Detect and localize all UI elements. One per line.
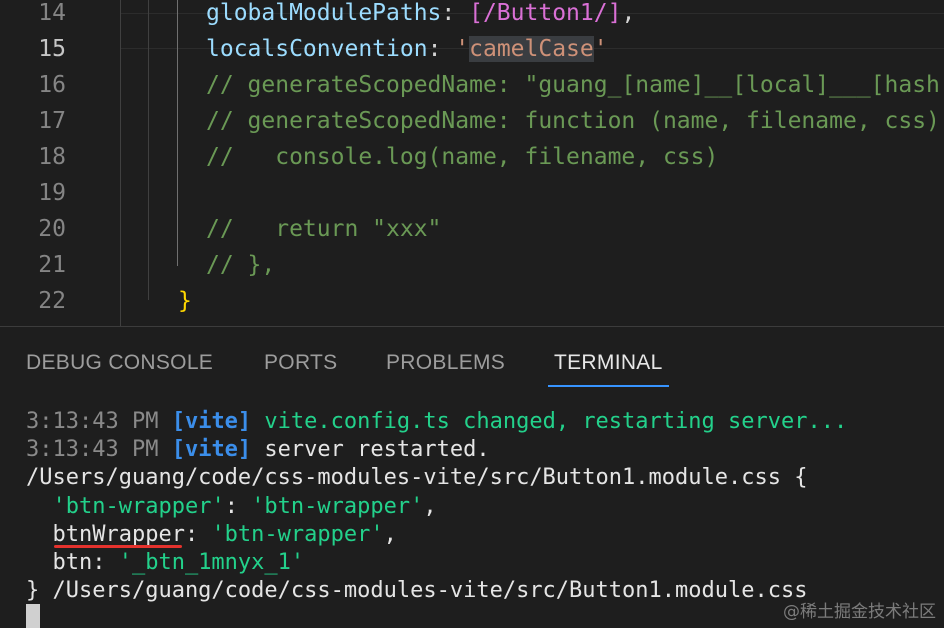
- code-token: [/Button1/]: [469, 0, 622, 26]
- terminal-text: vite.config.ts changed, restarting serve…: [251, 409, 848, 434]
- terminal-line: /Users/guang/code/css-modules-vite/src/B…: [26, 464, 807, 492]
- code-text: // console.log(name, filename, css): [206, 139, 718, 175]
- annotation-underline: [54, 545, 182, 548]
- watermark: @稀土掘金技术社区: [783, 602, 936, 622]
- line-number: 16: [38, 72, 66, 98]
- editor-line: 18 // console.log(name, filename, css): [0, 139, 944, 175]
- code-token: localsConvention: [206, 36, 428, 62]
- line-number: 18: [38, 144, 66, 170]
- line-number: 19: [38, 180, 66, 206]
- editor-line: 20 // return "xxx": [0, 211, 944, 247]
- code-token: // return "xxx": [206, 216, 442, 242]
- tab-debug-console[interactable]: DEBUG CONSOLE: [26, 349, 213, 385]
- editor-line: 23}: [0, 319, 944, 326]
- editor-line: 21 // },: [0, 247, 944, 283]
- code-token: :: [441, 0, 470, 26]
- code-token: ': [455, 36, 470, 62]
- terminal-line: 'btn-wrapper': 'btn-wrapper',: [26, 493, 437, 521]
- code-token: ,: [621, 0, 636, 26]
- line-number: 20: [38, 216, 66, 242]
- editor-line: 22}: [0, 283, 944, 319]
- code-token: // generateScopedName: function (name, f…: [206, 108, 944, 134]
- code-token: // console.log(name, filename, css): [206, 144, 719, 170]
- terminal-cursor: [26, 604, 40, 628]
- terminal-text: 3:13:43 PM: [26, 437, 172, 463]
- line-number: 15: [38, 36, 66, 62]
- code-token: }: [178, 288, 192, 314]
- line-number: 17: [38, 108, 66, 134]
- code-text: // generateScopedName: "guang_[name]__[l…: [206, 67, 944, 103]
- terminal-text: btnWrapper:: [26, 521, 212, 547]
- tab-ports[interactable]: PORTS: [264, 349, 337, 385]
- terminal-text: [vite]: [171, 409, 252, 434]
- line-number: 21: [38, 252, 66, 278]
- terminal-text: [vite]: [171, 437, 252, 463]
- editor-line: 17 // generateScopedName: function (name,…: [0, 103, 944, 139]
- code-text: localsConvention: 'camelCase': [206, 31, 608, 67]
- terminal-text: 'btn-wrapper': [52, 493, 225, 519]
- panel-tabs: DEBUG CONSOLE PORTS PROBLEMS TERMINAL: [0, 327, 944, 391]
- code-token: :: [427, 36, 456, 62]
- line-number: 22: [38, 288, 66, 314]
- terminal-text: } /Users/guang/code/css-modules-vite/src…: [26, 578, 808, 604]
- terminal-text: ,: [383, 521, 397, 547]
- terminal-line: } /Users/guang/code/css-modules-vite/src…: [26, 577, 807, 605]
- code-text: // },: [206, 247, 275, 283]
- code-token: // generateScopedName: "guang_[name]__[l…: [206, 72, 944, 98]
- code-text: // generateScopedName: function (name, f…: [206, 103, 944, 139]
- terminal-text: 3:13:43 PM: [26, 409, 172, 434]
- code-token: // },: [206, 252, 276, 278]
- terminal-text: '_btn_1mnyx_1': [118, 550, 305, 575]
- terminal-text: btn:: [26, 550, 119, 575]
- tab-problems[interactable]: PROBLEMS: [386, 349, 505, 385]
- terminal-text: server restarted.: [251, 437, 490, 463]
- terminal-text: /Users/guang/code/css-modules-vite/src/B…: [26, 465, 808, 491]
- code-text: }: [178, 283, 192, 319]
- tab-terminal[interactable]: TERMINAL: [554, 349, 663, 385]
- editor-line: 15 localsConvention: 'camelCase': [0, 31, 944, 67]
- active-tab-indicator: [548, 385, 669, 387]
- code-token: ': [593, 36, 608, 62]
- terminal-line: btn: '_btn_1mnyx_1': [26, 549, 304, 577]
- code-token: globalModulePaths: [206, 0, 442, 26]
- terminal-text: ,: [423, 493, 437, 519]
- editor-line: 19: [0, 175, 944, 211]
- terminal-text: 'btn-wrapper': [211, 521, 384, 547]
- editor-line: 16 // generateScopedName: "guang_[name]__…: [0, 67, 944, 103]
- code-text: }: [150, 319, 164, 326]
- code-text: globalModulePaths: [/Button1/],: [206, 0, 635, 31]
- code-token: camelCase: [469, 36, 594, 62]
- line-number: 14: [38, 0, 66, 26]
- terminal-line: 3:13:43 PM [vite] vite.config.ts changed…: [26, 408, 847, 436]
- code-editor[interactable]: 14 globalModulePaths: [/Button1/], 15 local…: [0, 0, 944, 326]
- terminal-line: 3:13:43 PM [vite] server restarted.: [26, 436, 490, 464]
- terminal-text: 'btn-wrapper': [251, 493, 424, 519]
- code-text: // return "xxx": [206, 211, 441, 247]
- line-number: 23: [0, 319, 66, 326]
- terminal-text: :: [224, 493, 252, 519]
- editor-line: 14 globalModulePaths: [/Button1/],: [0, 0, 944, 31]
